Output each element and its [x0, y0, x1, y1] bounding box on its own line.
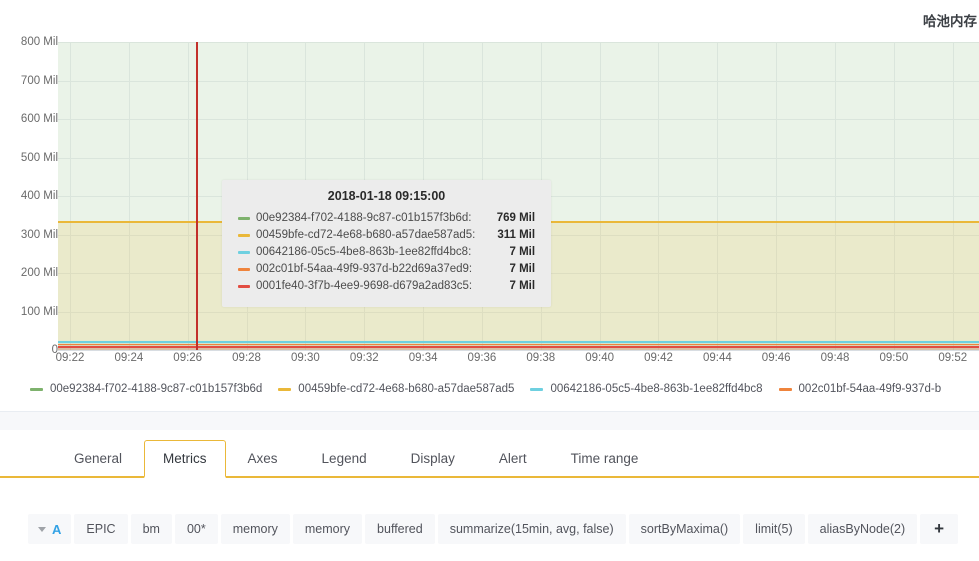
tooltip-series-name: 00e92384-f702-4188-9c87-c01b157f3b6d: — [256, 212, 472, 224]
panel-type-label — [0, 468, 52, 476]
tab-display[interactable]: Display — [389, 451, 477, 477]
query-segment-2[interactable]: 00* — [174, 514, 218, 544]
tab-general[interactable]: General — [52, 451, 144, 477]
x-axis-tick: 09:42 — [644, 352, 673, 364]
add-function-button[interactable]: + — [920, 514, 959, 544]
tooltip-series-value: 7 Mil — [509, 263, 536, 275]
query-segment-7[interactable]: sortByMaxima() — [628, 514, 741, 544]
x-axis-tick: 09:36 — [467, 352, 497, 364]
x-axis-tick: 09:30 — [291, 352, 320, 364]
query-segment-5[interactable]: buffered — [365, 514, 435, 544]
x-axis-tick: 09:50 — [879, 352, 909, 364]
x-axis-tick: 09:24 — [114, 352, 144, 364]
x-axis-tick: 09:44 — [702, 352, 732, 364]
tooltip-series-value: 7 Mil — [509, 280, 536, 292]
legend-label[interactable]: 002c01bf-54aa-49f9-937d-b — [799, 383, 942, 395]
x-axis-tick: 09:38 — [526, 352, 556, 364]
tooltip-color-swatch — [238, 217, 250, 220]
legend-label[interactable]: 00e92384-f702-4188-9c87-c01b157f3b6d — [50, 383, 262, 395]
panel-editor: General Metrics Axes Legend Display Alert Time… — [0, 430, 979, 561]
graph-tooltip: 2018-01-18 09:15:00 00e92384-f702-4188-9… — [222, 180, 552, 307]
x-axis-tick: 09:22 — [55, 352, 85, 364]
tooltip-color-swatch — [238, 268, 250, 271]
tab-metrics[interactable]: Metrics — [144, 439, 226, 478]
legend-item[interactable]: 00459bfe-cd72-4e68-b680-a57dae587ad5 — [278, 383, 514, 395]
tooltip-series-value: 769 Mil — [496, 212, 536, 224]
legend-label[interactable]: 00459bfe-cd72-4e68-b680-a57dae587ad5 — [298, 383, 514, 395]
y-axis-tick: 700 Mil — [20, 74, 58, 87]
axis-baseline — [58, 350, 979, 351]
query-segment-4[interactable]: memory — [292, 514, 363, 544]
tooltip-series-value: 7 Mil — [509, 246, 536, 258]
y-axis-tick: 500 Mil — [20, 151, 58, 164]
tooltip-series-value: 311 Mil — [497, 229, 536, 241]
tooltip-color-swatch — [238, 234, 250, 237]
tab-legend[interactable]: Legend — [300, 451, 389, 477]
legend-color-swatch[interactable] — [30, 387, 43, 391]
legend-item[interactable]: 00642186-05c5-4be8-863b-1ee82ffd4bc8 — [530, 383, 763, 395]
legend-color-swatch[interactable] — [530, 387, 544, 391]
tab-alert[interactable]: Alert — [477, 451, 549, 477]
query-segment-8[interactable]: limit(5) — [743, 514, 805, 544]
graph-panel: 哈池内存 800 Mil 700 Mil 600 Mil 500 Mil 400 Mil… — [0, 0, 979, 412]
tooltip-row: 00642186-05c5-4be8-863b-1ee82ffd4bc8: 7 M… — [238, 244, 535, 261]
editor-header: General Metrics Axes Legend Display Alert Time… — [0, 430, 979, 478]
query-segment-6[interactable]: summarize(15min, avg, false) — [437, 514, 626, 544]
tooltip-color-swatch — [238, 285, 250, 288]
tooltip-row: 0001fe40-3f7b-4ee9-9698-d679a2ad83c5: 7 M… — [238, 278, 535, 295]
x-axis-tick: 09:52 — [938, 352, 968, 364]
query-editor-row[interactable]: A EPIC bm 00* memory memory buffered summarize(… — [0, 510, 979, 548]
y-axis-tick: 300 Mil — [20, 228, 58, 241]
tooltip-series-name: 002c01bf-54aa-49f9-937d-b22d69a37ed9: — [256, 263, 473, 275]
y-axis-tick: 800 Mil — [20, 36, 58, 48]
tooltip-color-swatch — [238, 251, 250, 254]
legend-color-swatch[interactable] — [278, 387, 292, 391]
crosshair-line — [196, 42, 198, 350]
y-axis-tick: 100 Mil — [20, 305, 58, 318]
x-axis: 09:22 09:24 09:26 09:28 09:30 09:32 09:34 09:36… — [55, 352, 979, 374]
query-ref-id[interactable]: A — [28, 514, 72, 544]
x-axis-tick: 09:26 — [173, 352, 203, 364]
legend-item[interactable]: 00e92384-f702-4188-9c87-c01b157f3b6d — [30, 383, 262, 395]
x-axis-tick: 09:28 — [232, 352, 261, 364]
graph-legend[interactable]: 00e92384-f702-4188-9c87-c01b157f3b6d 0045… — [0, 378, 979, 400]
tab-time-range[interactable]: Time range — [549, 451, 661, 477]
tooltip-series-name: 0001fe40-3f7b-4ee9-9698-d679a2ad83c5: — [256, 280, 473, 292]
tooltip-series-name: 00459bfe-cd72-4e68-b680-a57dae587ad5: — [256, 229, 476, 241]
query-segment-3[interactable]: memory — [220, 514, 290, 544]
editor-tabs[interactable]: General Metrics Axes Legend Display Alert Time… — [52, 430, 661, 478]
query-segment-1[interactable]: bm — [130, 514, 172, 544]
chevron-down-icon[interactable] — [38, 526, 46, 532]
x-axis-tick: 09:32 — [349, 352, 379, 364]
x-axis-tick: 09:34 — [408, 352, 438, 364]
tab-axes[interactable]: Axes — [226, 451, 300, 477]
tooltip-row: 00e92384-f702-4188-9c87-c01b157f3b6d: 769… — [238, 210, 535, 227]
y-axis-tick: 400 Mil — [20, 190, 58, 202]
tooltip-series-list: 00e92384-f702-4188-9c87-c01b157f3b6d: 769… — [238, 210, 535, 295]
panel-title[interactable]: 哈池内存 — [923, 10, 977, 30]
query-ref-letter[interactable]: A — [52, 522, 61, 537]
y-axis-tick: 200 Mil — [20, 267, 58, 279]
query-segment-0[interactable]: EPIC — [74, 514, 128, 544]
x-axis-tick: 09:46 — [761, 352, 791, 364]
tooltip-timestamp: 2018-01-18 09:15:00 — [327, 189, 446, 203]
y-axis: 800 Mil 700 Mil 600 Mil 500 Mil 400 Mil 300 M… — [0, 30, 58, 356]
y-axis-tick: 600 Mil — [20, 113, 58, 125]
legend-item[interactable]: 002c01bf-54aa-49f9-937d-b — [778, 383, 942, 395]
tooltip-row: 002c01bf-54aa-49f9-937d-b22d69a37ed9: 7 M… — [238, 261, 535, 278]
tooltip-series-name: 00642186-05c5-4be8-863b-1ee82ffd4bc8: — [256, 246, 472, 258]
tooltip-row: 00459bfe-cd72-4e68-b680-a57dae587ad5: 311… — [238, 227, 535, 244]
legend-label[interactable]: 00642186-05c5-4be8-863b-1ee82ffd4bc8 — [550, 383, 762, 395]
legend-color-swatch[interactable] — [778, 387, 792, 391]
x-axis-tick: 09:40 — [585, 352, 615, 364]
query-segment-9[interactable]: aliasByNode(2) — [807, 514, 918, 544]
x-axis-tick: 09:48 — [820, 352, 850, 364]
y-axis-tick: 0 — [51, 344, 58, 356]
